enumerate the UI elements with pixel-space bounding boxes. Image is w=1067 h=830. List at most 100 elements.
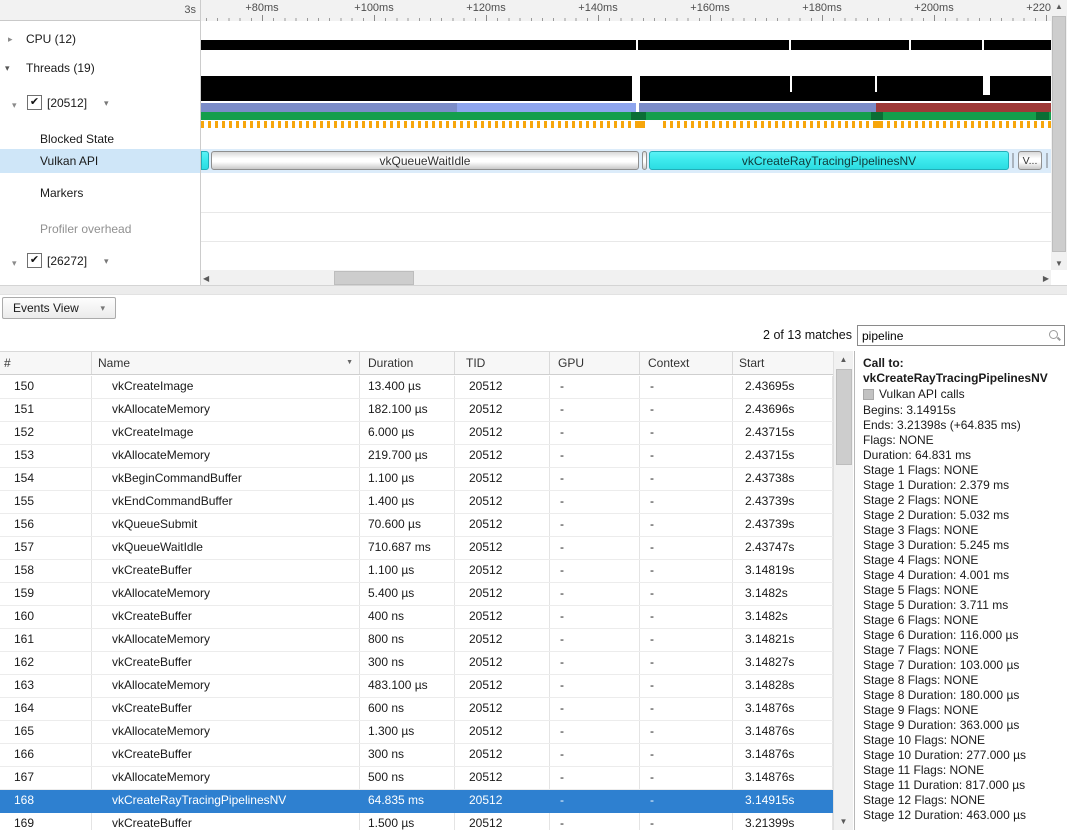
column-header-name[interactable]: Name▼ bbox=[92, 352, 360, 374]
scroll-up-icon[interactable]: ▲ bbox=[1051, 2, 1067, 11]
table-cell: - bbox=[640, 399, 733, 421]
table-cell: vkAllocateMemory bbox=[92, 583, 360, 605]
ruler-label: +100ms bbox=[354, 2, 393, 14]
table-cell: 2.43747s bbox=[733, 537, 833, 559]
column-header-gpu[interactable]: GPU bbox=[550, 352, 640, 374]
table-cell: 20512 bbox=[455, 422, 550, 444]
vulkan-call-bar-wait-idle[interactable]: vkQueueWaitIdle bbox=[211, 151, 639, 170]
details-legend: Vulkan API calls bbox=[863, 387, 1067, 402]
table-row[interactable]: 163vkAllocateMemory483.100 µs20512--3.14… bbox=[0, 675, 833, 698]
table-vertical-scrollbar[interactable]: ▲ ▼ bbox=[833, 351, 853, 830]
table-cell: vkCreateBuffer bbox=[92, 560, 360, 582]
expander-expanded-icon[interactable]: ▾ bbox=[12, 253, 17, 273]
table-cell: vkAllocateMemory bbox=[92, 629, 360, 651]
table-cell: 800 ns bbox=[360, 629, 455, 651]
table-row[interactable]: 164vkCreateBuffer600 ns20512--3.14876s bbox=[0, 698, 833, 721]
table-cell: 3.14876s bbox=[733, 744, 833, 766]
table-cell: 182.100 µs bbox=[360, 399, 455, 421]
timeline-ruler[interactable]: +80ms+100ms+120ms+140ms+160ms+180ms+200m… bbox=[200, 0, 1051, 22]
thread-menu-icon[interactable]: ▾ bbox=[104, 93, 109, 113]
table-row[interactable]: 165vkAllocateMemory1.300 µs20512--3.1487… bbox=[0, 721, 833, 744]
thread-checkbox[interactable]: ✔ bbox=[27, 253, 42, 268]
table-row-selected[interactable]: 168vkCreateRayTracingPipelinesNV64.835 m… bbox=[0, 790, 833, 813]
table-row[interactable]: 169vkCreateBuffer1.500 µs20512--3.21399s bbox=[0, 813, 833, 830]
expander-collapsed-icon[interactable]: ▸ bbox=[8, 30, 13, 48]
sidebar-item-blocked-state[interactable]: Blocked State bbox=[0, 130, 200, 148]
table-cell: 20512 bbox=[455, 445, 550, 467]
vulkan-call-bar-tiny[interactable] bbox=[1046, 153, 1048, 168]
sidebar-canvas-divider bbox=[200, 0, 201, 286]
sidebar-item-thread-20512[interactable]: ▾ ✔ [20512] ▾ bbox=[0, 93, 200, 113]
column-header-context[interactable]: Context bbox=[640, 352, 733, 374]
table-row[interactable]: 167vkAllocateMemory500 ns20512--3.14876s bbox=[0, 767, 833, 790]
scroll-down-icon[interactable]: ▼ bbox=[834, 817, 853, 826]
scrollbar-thumb[interactable] bbox=[1052, 16, 1066, 252]
vulkan-call-bar-create-rt-selected[interactable]: vkCreateRayTracingPipelinesNV bbox=[649, 151, 1009, 170]
table-header[interactable]: # Name▼ Duration TID GPU Context Start bbox=[0, 351, 833, 375]
table-row[interactable]: 161vkAllocateMemory800 ns20512--3.14821s bbox=[0, 629, 833, 652]
column-header-index[interactable]: # bbox=[0, 352, 92, 374]
table-cell: 13.400 µs bbox=[360, 376, 455, 398]
table-cell: 2.43739s bbox=[733, 491, 833, 513]
vulkan-call-bar-overflow[interactable]: V... bbox=[1018, 151, 1042, 170]
table-row[interactable]: 159vkAllocateMemory5.400 µs20512--3.1482… bbox=[0, 583, 833, 606]
table-cell: 64.835 ms bbox=[360, 790, 455, 812]
table-cell: vkAllocateMemory bbox=[92, 675, 360, 697]
vulkan-call-bar-tiny[interactable] bbox=[1012, 153, 1014, 168]
event-details-panel: Call to: vkCreateRayTracingPipelinesNV V… bbox=[854, 351, 1067, 830]
table-cell: - bbox=[640, 422, 733, 444]
sidebar-item-label: CPU (12) bbox=[26, 30, 76, 48]
table-row[interactable]: 162vkCreateBuffer300 ns20512--3.14827s bbox=[0, 652, 833, 675]
vulkan-call-bar-partial[interactable] bbox=[201, 151, 209, 170]
table-cell: - bbox=[640, 767, 733, 789]
scroll-left-icon[interactable]: ◀ bbox=[203, 274, 209, 283]
thread-checkbox[interactable]: ✔ bbox=[27, 95, 42, 110]
table-cell: - bbox=[640, 629, 733, 651]
scroll-down-icon[interactable]: ▼ bbox=[1051, 259, 1067, 268]
detail-line: Stage 10 Duration: 277.000 µs bbox=[863, 748, 1067, 763]
pane-splitter[interactable] bbox=[0, 286, 1067, 295]
table-cell: 20512 bbox=[455, 560, 550, 582]
table-cell: 3.14915s bbox=[733, 790, 833, 812]
scroll-right-icon[interactable]: ▶ bbox=[1043, 274, 1049, 283]
table-row[interactable]: 166vkCreateBuffer300 ns20512--3.14876s bbox=[0, 744, 833, 767]
expander-expanded-icon[interactable]: ▾ bbox=[12, 95, 17, 115]
table-row[interactable]: 150vkCreateImage13.400 µs20512--2.43695s bbox=[0, 376, 833, 399]
scroll-up-icon[interactable]: ▲ bbox=[834, 355, 853, 364]
table-row[interactable]: 158vkCreateBuffer1.100 µs20512--3.14819s bbox=[0, 560, 833, 583]
sidebar-item-profiler-overhead[interactable]: Profiler overhead bbox=[0, 220, 200, 238]
table-row[interactable]: 160vkCreateBuffer400 ns20512--3.1482s bbox=[0, 606, 833, 629]
events-view-dropdown[interactable]: Events View ▾ bbox=[2, 297, 116, 319]
table-cell: 168 bbox=[0, 790, 92, 812]
sidebar-item-vulkan-api[interactable]: Vulkan API bbox=[0, 149, 200, 173]
column-header-tid[interactable]: TID bbox=[455, 352, 550, 374]
table-row[interactable]: 154vkBeginCommandBuffer1.100 µs20512--2.… bbox=[0, 468, 833, 491]
column-header-duration[interactable]: Duration bbox=[360, 352, 455, 374]
table-cell: - bbox=[550, 422, 640, 444]
table-cell: 710.687 ms bbox=[360, 537, 455, 559]
scrollbar-thumb[interactable] bbox=[334, 271, 414, 285]
vulkan-api-track[interactable]: vkQueueWaitIdle vkCreateRayTracingPipeli… bbox=[201, 149, 1051, 173]
table-row[interactable]: 156vkQueueSubmit70.600 µs20512--2.43739s bbox=[0, 514, 833, 537]
thread-menu-icon[interactable]: ▾ bbox=[104, 251, 109, 271]
timeline-horizontal-scrollbar[interactable]: ◀ ▶ bbox=[201, 270, 1051, 286]
table-row[interactable]: 152vkCreateImage6.000 µs20512--2.43715s bbox=[0, 422, 833, 445]
search-box[interactable] bbox=[857, 325, 1065, 346]
table-row[interactable]: 151vkAllocateMemory182.100 µs20512--2.43… bbox=[0, 399, 833, 422]
column-header-start[interactable]: Start bbox=[733, 352, 833, 374]
timeline-canvas[interactable]: vkQueueWaitIdle vkCreateRayTracingPipeli… bbox=[201, 21, 1051, 270]
table-cell: vkEndCommandBuffer bbox=[92, 491, 360, 513]
vulkan-call-bar-small[interactable] bbox=[642, 151, 647, 170]
sidebar-item-threads[interactable]: ▾ Threads (19) bbox=[0, 59, 200, 77]
table-row[interactable]: 157vkQueueWaitIdle710.687 ms20512--2.437… bbox=[0, 537, 833, 560]
sidebar-item-thread-26272[interactable]: ▾ ✔ [26272] ▾ bbox=[0, 251, 200, 271]
sidebar-item-cpu[interactable]: ▸ CPU (12) bbox=[0, 30, 200, 48]
table-row[interactable]: 155vkEndCommandBuffer1.400 µs20512--2.43… bbox=[0, 491, 833, 514]
table-cell: - bbox=[640, 514, 733, 536]
search-input[interactable] bbox=[858, 329, 1048, 343]
sidebar-item-markers[interactable]: Markers bbox=[0, 184, 200, 202]
table-row[interactable]: 153vkAllocateMemory219.700 µs20512--2.43… bbox=[0, 445, 833, 468]
expander-expanded-icon[interactable]: ▾ bbox=[5, 59, 10, 77]
timeline-vertical-scrollbar[interactable]: ▲ ▼ bbox=[1051, 0, 1067, 270]
scrollbar-thumb[interactable] bbox=[836, 369, 852, 465]
